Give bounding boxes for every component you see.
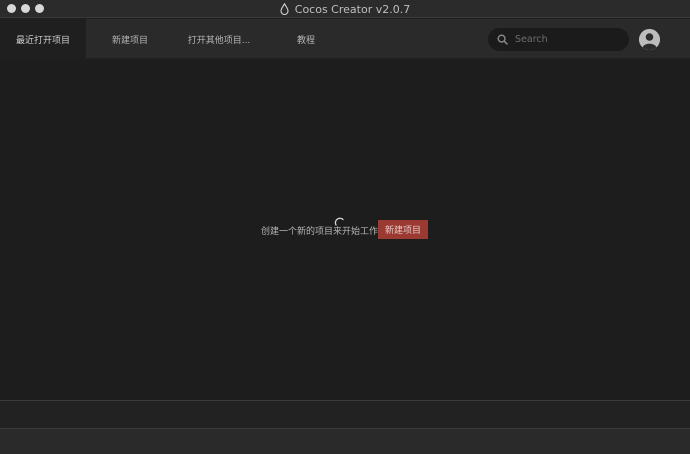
cocos-droplet-icon bbox=[280, 3, 289, 15]
tab-new-project[interactable]: 新建项目 bbox=[86, 19, 174, 59]
window-title: Cocos Creator v2.0.7 bbox=[294, 2, 411, 16]
search-icon bbox=[497, 30, 508, 49]
tab-recent-projects[interactable]: 最近打开项目 bbox=[0, 19, 86, 59]
user-avatar-icon[interactable] bbox=[639, 29, 660, 50]
empty-state-message: 创建一个新的项目来开始工作 bbox=[261, 227, 379, 237]
tab-label: 最近打开项目 bbox=[15, 35, 70, 46]
window-title-group: Cocos Creator v2.0.7 bbox=[0, 0, 690, 18]
main-content-area: 创建一个新的项目来开始工作 新建项目 bbox=[0, 60, 690, 400]
tab-label: 新建项目 bbox=[111, 35, 148, 46]
new-project-button[interactable]: 新建项目 bbox=[378, 220, 428, 239]
window-titlebar: Cocos Creator v2.0.7 bbox=[0, 0, 690, 18]
tab-label: 打开其他项目... bbox=[187, 35, 251, 46]
tab-label: 教程 bbox=[296, 35, 315, 46]
status-bar bbox=[0, 428, 690, 454]
top-navigation-bar: 最近打开项目 新建项目 打开其他项目... 教程 bbox=[0, 19, 690, 59]
tab-open-other-project[interactable]: 打开其他项目... bbox=[174, 19, 264, 59]
bottom-panel bbox=[0, 401, 690, 428]
tab-tutorials[interactable]: 教程 bbox=[264, 19, 348, 59]
search-input[interactable] bbox=[515, 34, 620, 45]
search-box[interactable] bbox=[488, 28, 629, 51]
